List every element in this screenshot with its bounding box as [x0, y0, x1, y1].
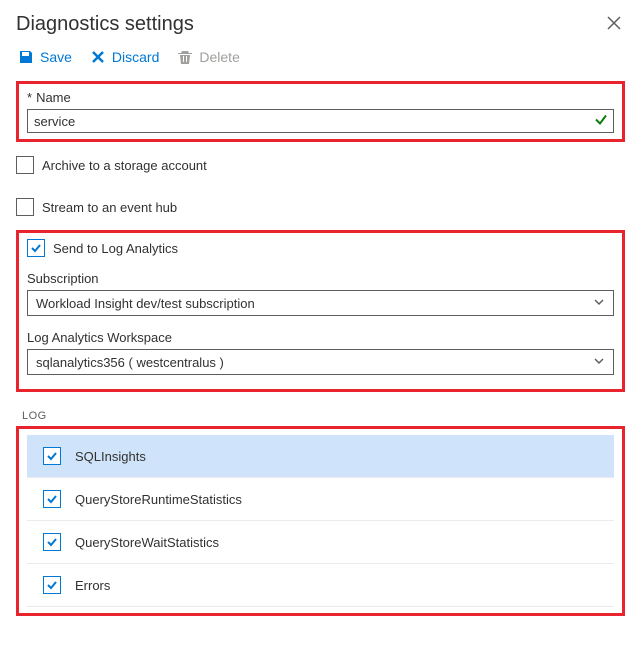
panel-title: Diagnostics settings — [16, 13, 194, 36]
stream-checkbox[interactable] — [16, 198, 34, 216]
log-row[interactable]: QueryStoreWaitStatistics — [27, 521, 614, 564]
log-row[interactable]: QueryStoreRuntimeStatistics — [27, 478, 614, 521]
name-label-row: * Name — [27, 90, 614, 105]
subscription-label: Subscription — [27, 271, 614, 286]
delete-label: Delete — [199, 49, 239, 65]
name-input[interactable] — [27, 109, 614, 133]
chevron-down-icon — [593, 355, 605, 370]
archive-checkbox[interactable] — [16, 156, 34, 174]
log-item-label: Errors — [75, 578, 110, 593]
send-la-highlight: Send to Log Analytics Subscription Workl… — [16, 230, 625, 392]
panel-header: Diagnostics settings — [16, 10, 625, 39]
log-row[interactable]: Errors — [27, 564, 614, 607]
archive-label: Archive to a storage account — [42, 158, 207, 173]
archive-row: Archive to a storage account — [16, 156, 625, 174]
log-row[interactable]: SQLInsights — [27, 435, 614, 478]
name-input-wrap — [27, 109, 614, 133]
log-item-label: SQLInsights — [75, 449, 146, 464]
valid-check-icon — [594, 113, 608, 130]
required-star: * — [27, 90, 32, 105]
close-button[interactable] — [603, 10, 625, 39]
log-checkbox[interactable] — [43, 533, 61, 551]
command-bar: Save Discard Delete — [16, 49, 625, 65]
subscription-select[interactable]: Workload Insight dev/test subscription — [27, 290, 614, 316]
workspace-value: sqlanalytics356 ( westcentralus ) — [36, 355, 224, 370]
log-item-label: QueryStoreRuntimeStatistics — [75, 492, 242, 507]
delete-icon — [177, 49, 193, 65]
workspace-label: Log Analytics Workspace — [27, 330, 614, 345]
save-icon — [18, 49, 34, 65]
chevron-down-icon — [593, 296, 605, 311]
close-icon — [607, 16, 621, 30]
workspace-select[interactable]: sqlanalytics356 ( westcentralus ) — [27, 349, 614, 375]
subscription-value: Workload Insight dev/test subscription — [36, 296, 255, 311]
stream-row: Stream to an event hub — [16, 198, 625, 216]
log-checkbox[interactable] — [43, 490, 61, 508]
send-la-row: Send to Log Analytics — [27, 239, 614, 257]
save-button[interactable]: Save — [18, 49, 72, 65]
name-label: Name — [36, 90, 71, 105]
name-highlight: * Name — [16, 81, 625, 142]
log-checkbox[interactable] — [43, 576, 61, 594]
log-checkbox[interactable] — [43, 447, 61, 465]
log-item-label: QueryStoreWaitStatistics — [75, 535, 219, 550]
delete-button: Delete — [177, 49, 239, 65]
send-la-checkbox[interactable] — [27, 239, 45, 257]
log-highlight: SQLInsights QueryStoreRuntimeStatistics Qu… — [16, 426, 625, 616]
stream-label: Stream to an event hub — [42, 200, 177, 215]
save-label: Save — [40, 49, 72, 65]
discard-button[interactable]: Discard — [90, 49, 159, 65]
discard-icon — [90, 49, 106, 65]
log-section-heading: LOG — [22, 410, 625, 422]
send-la-label: Send to Log Analytics — [53, 241, 178, 256]
discard-label: Discard — [112, 49, 159, 65]
